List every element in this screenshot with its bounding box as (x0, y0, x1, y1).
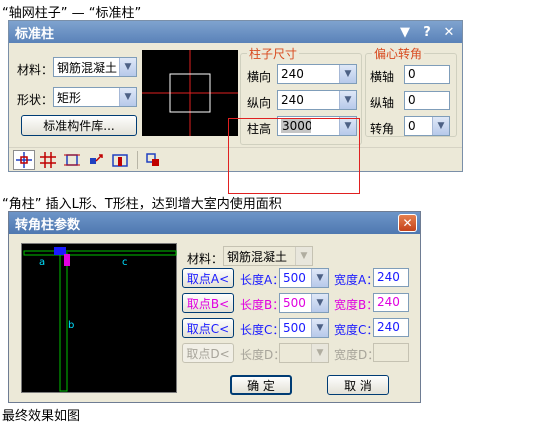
horizontal-label: 横向 (247, 70, 272, 84)
caption-middle: “角柱” 插入L形、T形柱，达到增大室内使用面积 (2, 197, 282, 212)
material-value: 钢筋混凝土 (57, 60, 118, 75)
chevron-down-icon[interactable]: ▼ (119, 58, 136, 76)
chevron-down-icon[interactable]: ▼ (311, 269, 328, 287)
offset-rotation-group: 偏心转角 横轴 0 纵轴 0 转角 0 ▼ (365, 45, 457, 137)
width-a-input[interactable]: 240 (373, 268, 409, 287)
replace-column-icon[interactable] (85, 150, 107, 170)
help-icon[interactable]: ? (418, 25, 436, 40)
title-bar: 转角柱参数 ✕ (9, 212, 420, 234)
preview-leg-c (23, 250, 177, 256)
material-label: 材料： (187, 252, 224, 266)
corner-column-dialog: 转角柱参数 ✕ a c b 材料： 钢筋混凝土 ▼ 取点A< 长度A： 500 ▼ 宽度… (8, 211, 421, 403)
shape-select[interactable]: 矩形 ▼ (53, 87, 137, 107)
width-a-label: 宽度A： (334, 273, 379, 287)
column-type-icon[interactable] (109, 150, 131, 170)
length-d-select[interactable]: ▼ (279, 343, 329, 363)
chevron-down-icon[interactable]: ▼ (119, 88, 136, 106)
pin-icon[interactable]: ▼ (396, 25, 414, 40)
chevron-down-icon[interactable]: ▼ (311, 344, 328, 362)
standard-library-button[interactable]: 标准构件库... (21, 115, 137, 136)
title-bar: 标准柱 ▼ ? ✕ (9, 21, 462, 43)
caption-top: “轴网柱子” — “标准柱” (2, 6, 142, 21)
chevron-down-icon[interactable]: ▼ (339, 91, 356, 109)
chevron-down-icon[interactable]: ▼ (295, 247, 312, 265)
chevron-down-icon[interactable]: ▼ (339, 65, 356, 83)
dialog-title: 标准柱 (15, 26, 55, 42)
column-size-group-title: 柱子尺寸 (247, 45, 300, 62)
region-placement-icon[interactable] (61, 150, 83, 170)
dialog-title: 转角柱参数 (15, 217, 81, 233)
offset-rotation-group-title: 偏心转角 (372, 45, 425, 62)
length-a-select[interactable]: 500 ▼ (279, 268, 329, 288)
pick-point-d-button[interactable]: 取点D< (182, 343, 234, 363)
chevron-down-icon[interactable]: ▼ (432, 117, 449, 135)
chevron-down-icon[interactable]: ▼ (311, 294, 328, 312)
point-placement-icon[interactable] (13, 149, 35, 170)
y-axis-label: 纵轴 (370, 96, 395, 110)
length-a-value: 500 (283, 271, 306, 285)
vertical-size-value: 240 (281, 93, 304, 107)
close-icon[interactable]: ✕ (398, 214, 417, 232)
column-preview (142, 50, 238, 136)
pick-point-a-button[interactable]: 取点A< (182, 268, 234, 288)
highlight-box (228, 118, 360, 194)
grid-placement-icon[interactable] (37, 150, 59, 170)
width-d-input[interactable] (373, 343, 409, 362)
horizontal-size-select[interactable]: 240 ▼ (277, 64, 357, 84)
y-axis-offset-input[interactable]: 0 (404, 91, 450, 110)
preview-label-a: a (39, 257, 45, 268)
preview-label-b: b (68, 320, 74, 331)
width-c-label: 宽度C： (334, 323, 379, 337)
pick-point-c-button[interactable]: 取点C< (182, 318, 234, 338)
toolbar-separator (137, 150, 138, 169)
corner-column-preview: a c b (21, 243, 177, 393)
horizontal-size-value: 240 (281, 67, 304, 81)
material-select[interactable]: 钢筋混凝土 ▼ (53, 57, 137, 77)
length-a-label: 长度A： (240, 273, 285, 287)
pick-point-b-button[interactable]: 取点B< (182, 293, 234, 313)
rotation-label: 转角 (370, 122, 395, 136)
material-select[interactable]: 钢筋混凝土 ▼ (223, 246, 313, 266)
vertical-size-select[interactable]: 240 ▼ (277, 90, 357, 110)
pick-column-icon[interactable] (142, 150, 164, 170)
caption-bottom: 最终效果如图 (2, 409, 81, 424)
x-axis-label: 横轴 (370, 70, 395, 84)
ok-button[interactable]: 确 定 (230, 375, 292, 395)
length-b-select[interactable]: 500 ▼ (279, 293, 329, 313)
length-c-select[interactable]: 500 ▼ (279, 318, 329, 338)
width-b-label: 宽度B： (334, 298, 379, 312)
vertical-label: 纵向 (247, 96, 272, 110)
length-b-value: 500 (283, 296, 306, 310)
x-axis-offset-input[interactable]: 0 (404, 65, 450, 84)
width-b-input[interactable]: 240 (373, 293, 409, 312)
column-preview-drawing (142, 50, 238, 136)
length-b-label: 长度B： (240, 298, 285, 312)
length-c-value: 500 (283, 321, 306, 335)
shape-value: 矩形 (57, 90, 82, 105)
shape-label: 形状： (17, 93, 54, 107)
width-c-input[interactable]: 240 (373, 318, 409, 337)
close-icon[interactable]: ✕ (440, 25, 458, 40)
preview-leg-a (54, 247, 66, 255)
rotation-select[interactable]: 0 ▼ (404, 116, 450, 136)
preview-label-c: c (122, 257, 128, 268)
material-value: 钢筋混凝土 (227, 249, 288, 264)
rotation-value: 0 (408, 119, 416, 133)
length-c-label: 长度C： (240, 323, 285, 337)
chevron-down-icon[interactable]: ▼ (311, 319, 328, 337)
cancel-button[interactable]: 取 消 (327, 375, 389, 395)
preview-leg-b (59, 252, 68, 392)
preview-node (64, 254, 70, 266)
material-label: 材料： (17, 63, 54, 77)
corner-column-drawing: a c b (23, 247, 177, 392)
